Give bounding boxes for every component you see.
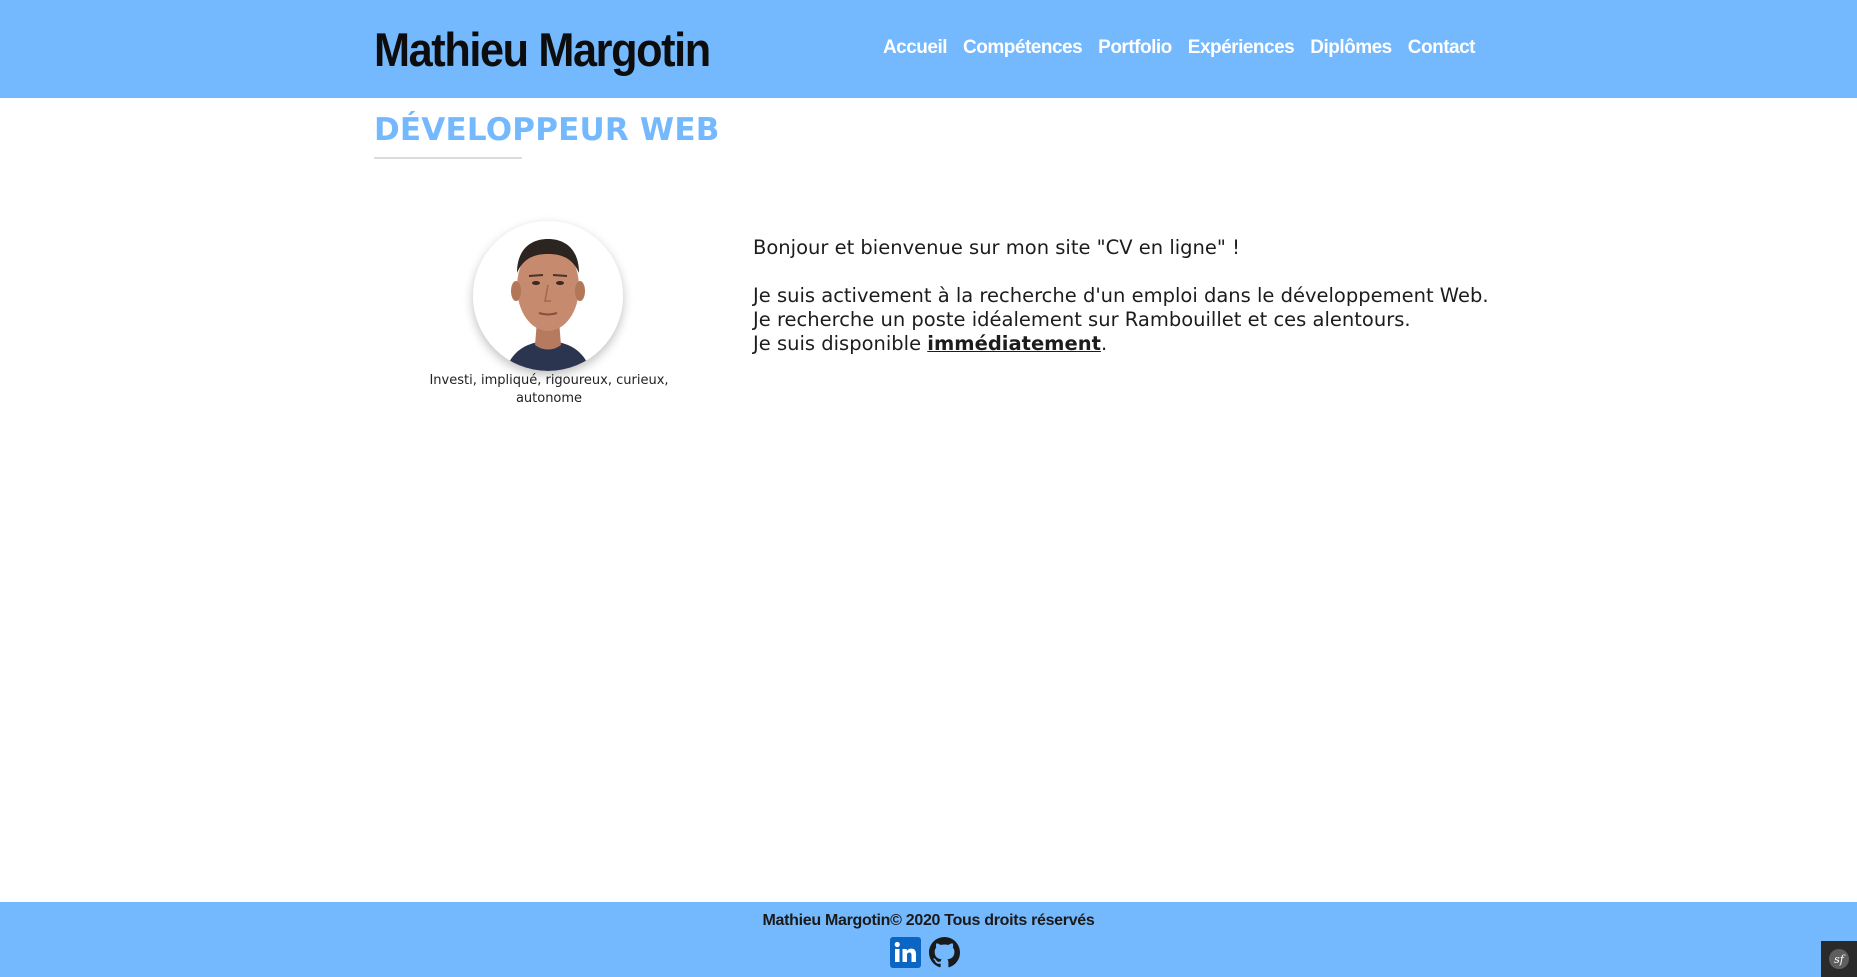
copyright-text: Mathieu Margotin© 2020 Tous droits réser… xyxy=(762,912,1095,929)
intro-line-welcome: Bonjour et bienvenue sur mon site "CV en… xyxy=(753,236,1240,259)
site-header: Mathieu Margotin Accueil Compétences Por… xyxy=(0,0,1857,98)
nav-item-diplomes[interactable]: Diplômes xyxy=(1310,36,1392,60)
intro-line-availability: Je suis disponible immédiatement. xyxy=(753,332,1489,356)
site-brand[interactable]: Mathieu Margotin xyxy=(374,22,711,78)
nav-item-portfolio[interactable]: Portfolio xyxy=(1098,36,1172,60)
symfony-toolbar-icon[interactable]: sf xyxy=(1821,941,1857,977)
social-links xyxy=(890,937,960,968)
title-divider xyxy=(374,157,522,159)
availability-prefix: Je suis disponible xyxy=(753,332,928,355)
portrait-image xyxy=(473,221,623,371)
intro-line-location: Je recherche un poste idéalement sur Ram… xyxy=(753,308,1411,331)
nav-item-experiences[interactable]: Expériences xyxy=(1188,36,1295,60)
availability-link[interactable]: immédiatement xyxy=(927,332,1101,355)
nav-item-competences[interactable]: Compétences xyxy=(963,36,1083,60)
nav-item-contact[interactable]: Contact xyxy=(1408,36,1476,60)
intro-text: Bonjour et bienvenue sur mon site "CV en… xyxy=(753,236,1489,356)
nav-item-accueil[interactable]: Accueil xyxy=(883,36,948,60)
availability-suffix: . xyxy=(1100,332,1108,355)
linkedin-icon[interactable] xyxy=(890,937,921,968)
github-icon[interactable] xyxy=(929,937,960,968)
page-title: DÉVELOPPEUR WEB xyxy=(374,112,720,148)
site-footer: Mathieu Margotin© 2020 Tous droits réser… xyxy=(0,902,1857,977)
avatar-caption: Investi, impliqué, rigoureux, curieux, a… xyxy=(429,373,669,406)
intro-line-search: Je suis activement à la recherche d'un e… xyxy=(753,284,1489,307)
avatar xyxy=(473,221,623,371)
main-nav: Accueil Compétences Portfolio Expérience… xyxy=(867,36,1476,60)
